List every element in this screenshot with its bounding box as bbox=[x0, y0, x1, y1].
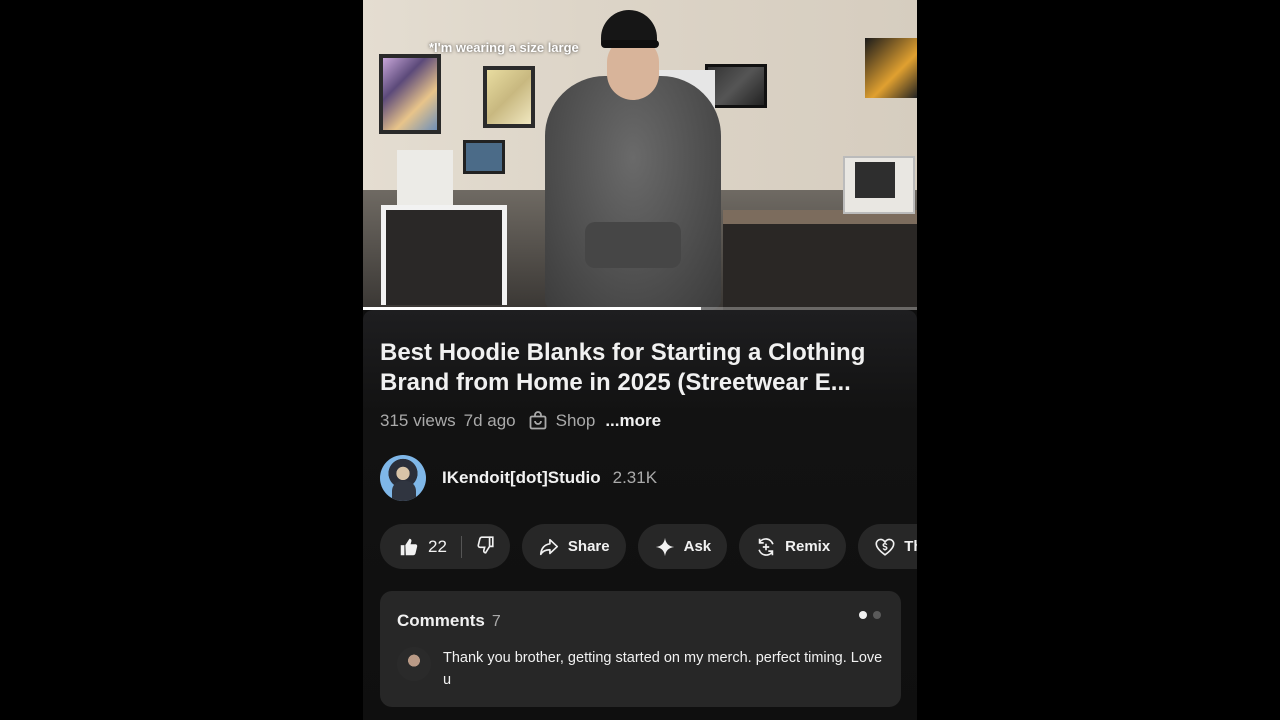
like-divider bbox=[460, 535, 462, 558]
comments-count: 7 bbox=[491, 613, 501, 630]
avatar-figure bbox=[392, 481, 416, 501]
channel-avatar[interactable] bbox=[380, 455, 426, 501]
more-link[interactable]: ...more bbox=[605, 411, 661, 431]
video-printer-window bbox=[855, 162, 895, 198]
subscriber-count: 2.31K bbox=[612, 468, 658, 487]
share-button[interactable]: Share bbox=[521, 524, 626, 569]
share-arrow-icon bbox=[539, 538, 558, 555]
channel-name[interactable]: IKendoit[dot]Studio bbox=[442, 468, 601, 488]
thumbs-up-icon[interactable] bbox=[398, 536, 420, 558]
thanks-button[interactable]: Thanks bbox=[858, 524, 917, 569]
like-count: 22 bbox=[428, 536, 447, 556]
action-bar: 22 Share Ask Remix T bbox=[380, 524, 917, 569]
video-meta: 315 views 7d ago Shop ...more bbox=[380, 410, 669, 432]
video-title[interactable]: Best Hoodie Blanks for Starting a Clothi… bbox=[380, 338, 900, 398]
dislike-button[interactable] bbox=[474, 534, 496, 560]
remix-button[interactable]: Remix bbox=[739, 524, 847, 569]
video-monitor bbox=[463, 140, 505, 174]
commenter-avatar bbox=[397, 647, 431, 681]
comments-page-dots bbox=[853, 611, 881, 619]
video-art-frame bbox=[483, 66, 535, 128]
comments-header: Comments 7 bbox=[397, 611, 501, 631]
comment-text: Thank you brother, getting started on my… bbox=[443, 650, 883, 688]
upload-age: 7d ago bbox=[463, 411, 516, 430]
thanks-label: Thanks bbox=[904, 538, 917, 555]
comments-card[interactable]: Comments 7 Thank you brother, getting st… bbox=[380, 591, 901, 707]
heart-dollar-icon bbox=[875, 538, 895, 556]
share-label: Share bbox=[567, 538, 610, 555]
shopping-bag-icon[interactable] bbox=[528, 411, 548, 431]
thumbs-down-icon[interactable] bbox=[474, 534, 496, 556]
remix-icon bbox=[758, 537, 774, 556]
video-desk bbox=[723, 215, 917, 310]
video-caption-overlay: *I'm wearing a size large bbox=[429, 40, 579, 55]
remix-label: Remix bbox=[785, 538, 831, 555]
phone-screen: *I'm wearing a size large Best Hoodie Bl… bbox=[363, 0, 917, 720]
comment-item[interactable]: Thank you brother, getting started on my… bbox=[397, 647, 887, 691]
page-dot-active bbox=[859, 611, 867, 619]
shop-link[interactable]: Shop bbox=[556, 411, 596, 431]
video-poster bbox=[865, 38, 917, 98]
channel-row[interactable]: IKendoit[dot]Studio 2.31K bbox=[380, 455, 657, 501]
video-art-frame bbox=[379, 54, 441, 134]
ask-button[interactable]: Ask bbox=[637, 524, 728, 569]
video-speaker bbox=[397, 150, 453, 206]
sparkle-icon bbox=[655, 537, 674, 556]
video-hoodie-pocket bbox=[585, 222, 681, 268]
like-dislike-group: 22 bbox=[380, 524, 510, 569]
page-dot bbox=[873, 611, 881, 619]
ask-label: Ask bbox=[683, 538, 712, 555]
video-cap-bill bbox=[601, 40, 659, 48]
comments-label: Comments bbox=[397, 611, 485, 630]
video-person-hoodie bbox=[545, 76, 721, 310]
video-shelf bbox=[381, 205, 507, 305]
video-player[interactable]: *I'm wearing a size large bbox=[363, 0, 917, 310]
view-count: 315 views bbox=[380, 411, 456, 430]
